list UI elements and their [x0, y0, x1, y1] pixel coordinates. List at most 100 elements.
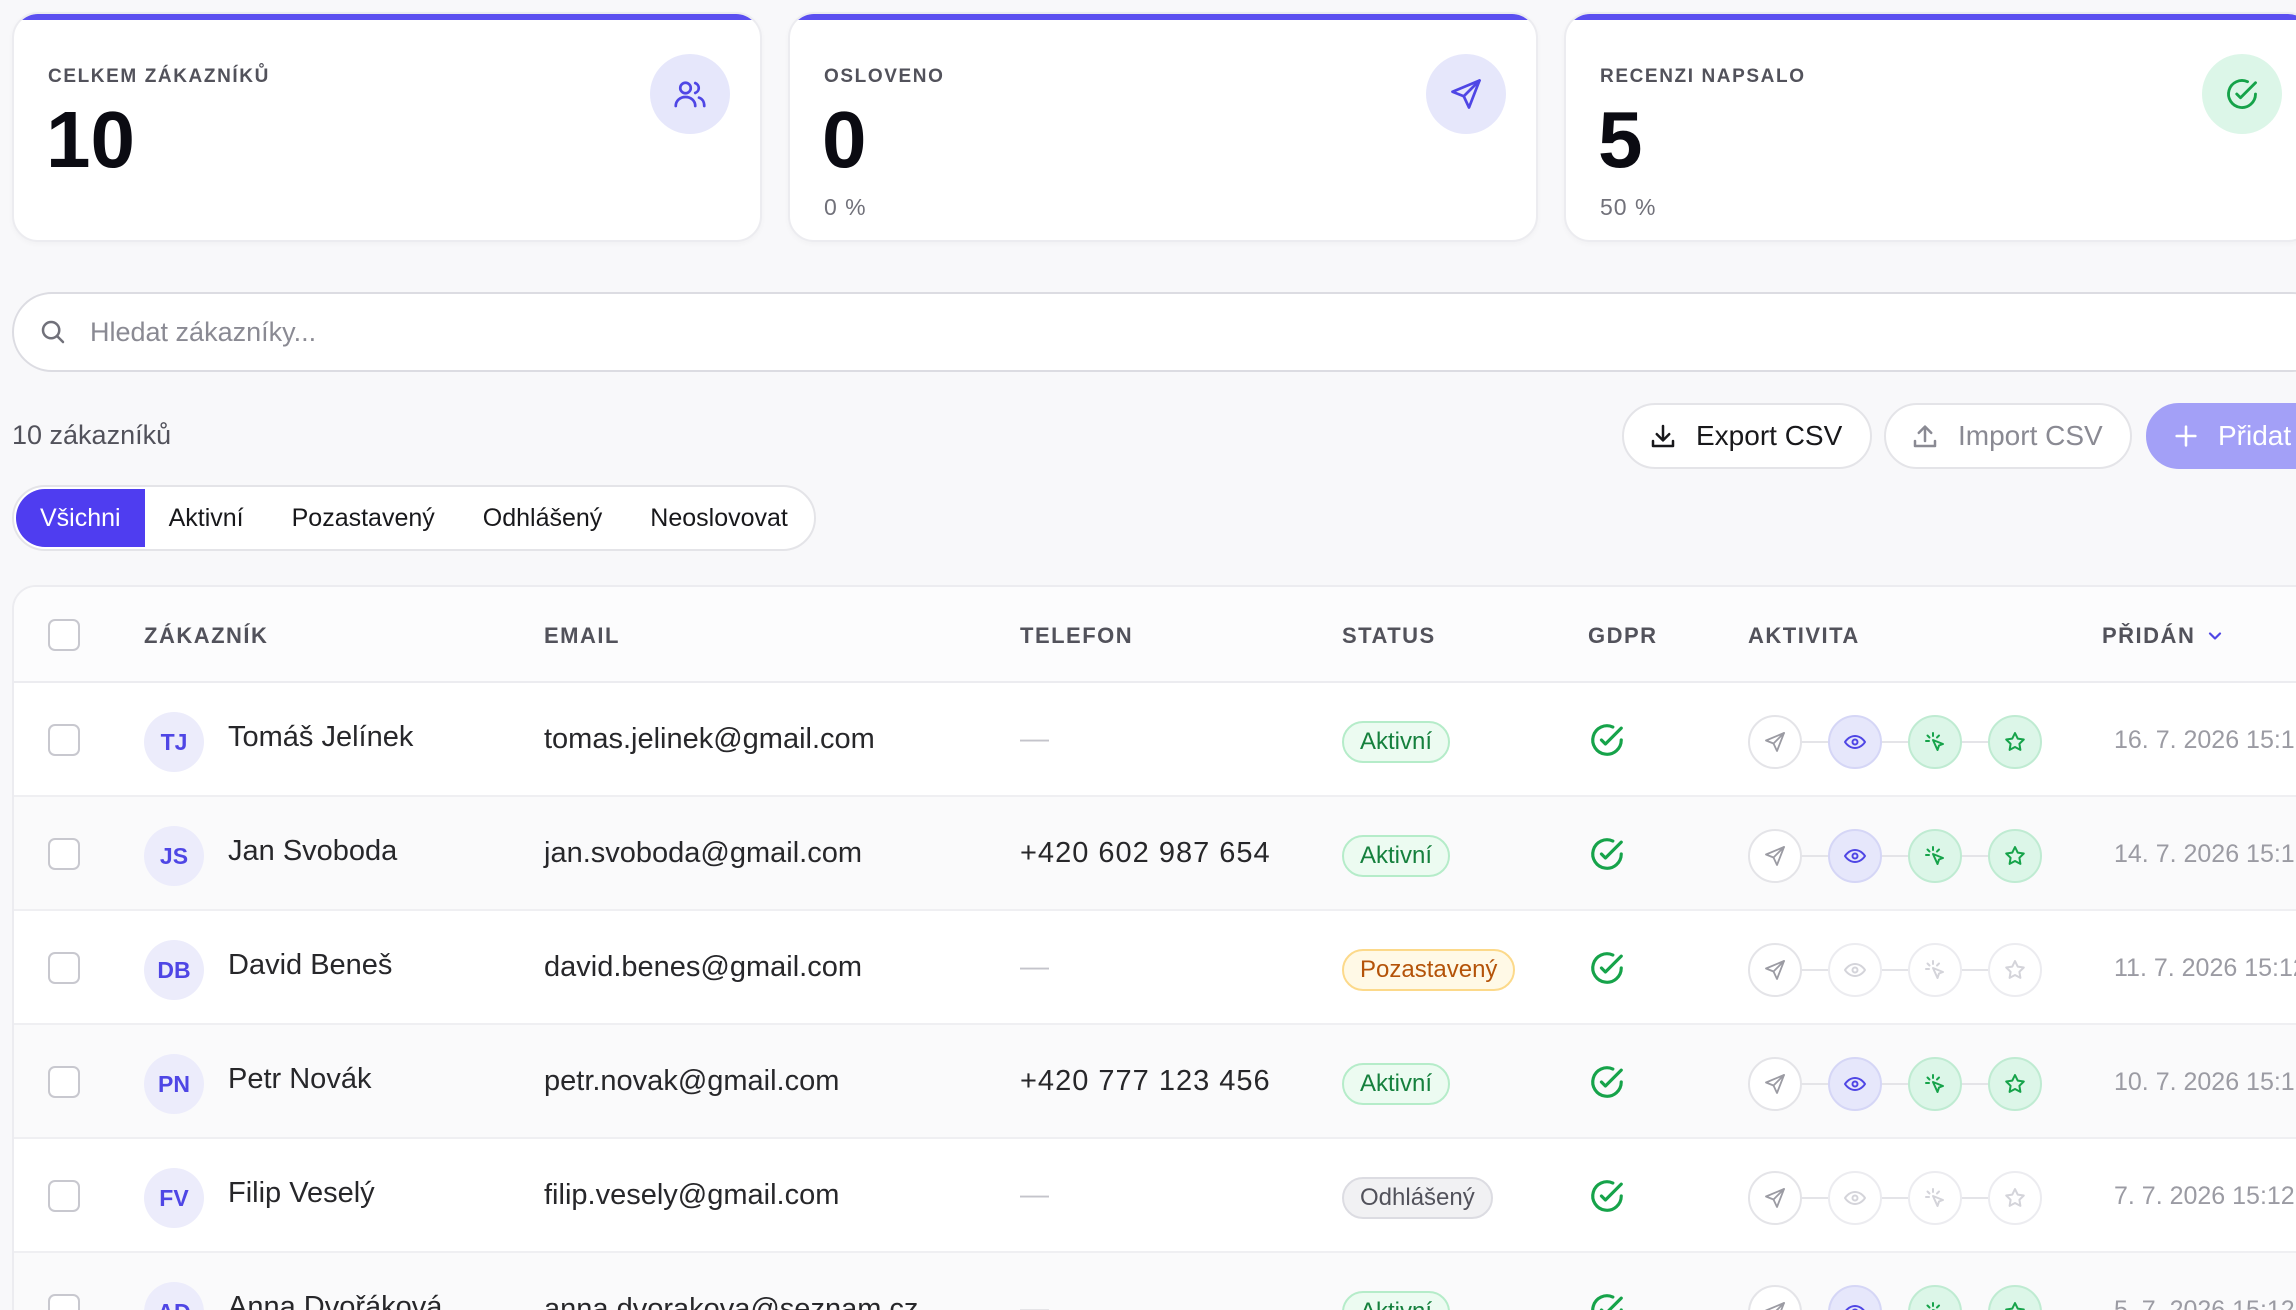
sent-icon[interactable]: [1748, 1057, 1802, 1111]
customer-name[interactable]: Petr Novák: [228, 1063, 371, 1096]
export-csv-button[interactable]: Export CSV: [1622, 403, 1872, 469]
added-date: 5. 7. 2026 15:12: [2114, 1296, 2295, 1310]
gdpr-check-icon: [1588, 721, 1626, 764]
review-star-icon[interactable]: [1988, 829, 2042, 883]
tab-all[interactable]: Všichni: [16, 489, 145, 547]
export-csv-label: Export CSV: [1696, 420, 1843, 451]
download-icon: [1651, 424, 1675, 448]
customer-name[interactable]: Tomáš Jelínek: [228, 721, 413, 754]
row-checkbox[interactable]: [48, 952, 80, 984]
tab-do-not-contact[interactable]: Neoslovovat: [626, 489, 812, 547]
table-row[interactable]: JS Jan Svoboda jan.svoboda@gmail.com +42…: [14, 797, 2296, 911]
customer-phone: —: [1020, 951, 1050, 983]
status-badge: Aktivní: [1342, 721, 1451, 763]
review-star-icon[interactable]: [1988, 715, 2042, 769]
tab-active[interactable]: Aktivní: [145, 489, 268, 547]
status-badge: Pozastavený: [1342, 949, 1516, 991]
activity-timeline: [1748, 1171, 2042, 1225]
clicked-pointer-icon[interactable]: [1908, 715, 1962, 769]
opened-eye-icon[interactable]: [1828, 1171, 1882, 1225]
customer-name[interactable]: Anna Dvořáková: [228, 1291, 442, 1310]
customer-name[interactable]: David Beneš: [228, 949, 392, 982]
activity-connector: [1962, 969, 1988, 971]
add-customer-label: Přidat: [2218, 420, 2292, 451]
added-date: 14. 7. 2026 15:12: [2114, 840, 2296, 868]
gdpr-check-icon: [1588, 1063, 1626, 1106]
clicked-pointer-icon[interactable]: [1908, 1171, 1962, 1225]
row-checkbox[interactable]: [48, 1294, 80, 1310]
review-star-icon[interactable]: [1988, 1057, 2042, 1111]
activity-connector: [1882, 855, 1908, 857]
avatar-initials: JS: [159, 842, 189, 869]
table-row[interactable]: TJ Tomáš Jelínek tomas.jelinek@gmail.com…: [14, 683, 2296, 797]
opened-eye-icon[interactable]: [1828, 1057, 1882, 1111]
send-icon: [1426, 54, 1506, 134]
clicked-pointer-icon[interactable]: [1908, 829, 1962, 883]
opened-eye-icon[interactable]: [1828, 829, 1882, 883]
import-csv-label: Import CSV: [1958, 420, 2103, 451]
upload-icon: [1913, 425, 1937, 448]
plus-icon: [2175, 425, 2197, 447]
customer-phone: —: [1020, 1293, 1050, 1310]
column-header-gdpr[interactable]: GDPR: [1588, 623, 1658, 649]
column-header-activity[interactable]: AKTIVITA: [1748, 623, 1860, 649]
column-header-phone[interactable]: TELEFON: [1020, 623, 1133, 649]
column-header-customer[interactable]: ZÁKAZNÍK: [144, 623, 268, 649]
activity-connector: [1882, 969, 1908, 971]
row-checkbox[interactable]: [48, 1066, 80, 1098]
stats-row: CELKEM ZÁKAZNÍKŮ 10 OSLOVENO 0 0 % RECEN…: [12, 12, 2296, 242]
activity-timeline: [1748, 1057, 2042, 1111]
column-header-email[interactable]: EMAIL: [544, 623, 620, 649]
clicked-pointer-icon[interactable]: [1908, 1285, 1962, 1310]
opened-eye-icon[interactable]: [1828, 1285, 1882, 1310]
review-star-icon[interactable]: [1988, 943, 2042, 997]
sent-icon[interactable]: [1748, 829, 1802, 883]
search-bar[interactable]: [12, 292, 2296, 372]
stat-label: RECENZI NAPSALO: [1600, 66, 1806, 87]
column-header-status[interactable]: STATUS: [1342, 623, 1436, 649]
gdpr-check-icon: [1588, 835, 1626, 878]
clicked-pointer-icon[interactable]: [1908, 1057, 1962, 1111]
users-icon: [650, 54, 730, 134]
gdpr-check-icon: [1588, 1177, 1626, 1220]
table-row[interactable]: AD Anna Dvořáková anna.dvorakova@seznam.…: [14, 1253, 2296, 1310]
sent-icon[interactable]: [1748, 1285, 1802, 1310]
gdpr-check-icon: [1588, 1291, 1626, 1310]
tab-unsubscribed[interactable]: Odhlášený: [459, 489, 627, 547]
stat-percent: 0 %: [824, 194, 867, 220]
activity-connector: [1802, 741, 1828, 743]
activity-connector: [1962, 741, 1988, 743]
added-date: 7. 7. 2026 15:12: [2114, 1182, 2295, 1210]
select-all-checkbox[interactable]: [48, 619, 80, 651]
activity-connector: [1802, 1197, 1828, 1199]
review-star-icon[interactable]: [1988, 1171, 2042, 1225]
added-date: 11. 7. 2026 15:12: [2114, 954, 2296, 982]
customer-phone: +420 777 123 456: [1020, 1065, 1271, 1097]
activity-timeline: [1748, 715, 2042, 769]
search-input[interactable]: [90, 316, 1890, 348]
review-star-icon[interactable]: [1988, 1285, 2042, 1310]
table-row[interactable]: PN Petr Novák petr.novak@gmail.com +420 …: [14, 1025, 2296, 1139]
added-date: 16. 7. 2026 15:12: [2114, 726, 2296, 754]
row-checkbox[interactable]: [48, 724, 80, 756]
table-row[interactable]: FV Filip Veselý filip.vesely@gmail.com —…: [14, 1139, 2296, 1253]
sent-icon[interactable]: [1748, 1171, 1802, 1225]
clicked-pointer-icon[interactable]: [1908, 943, 1962, 997]
customer-name[interactable]: Jan Svoboda: [228, 835, 397, 868]
opened-eye-icon[interactable]: [1828, 943, 1882, 997]
add-customer-button[interactable]: Přidat: [2146, 403, 2296, 469]
opened-eye-icon[interactable]: [1828, 715, 1882, 769]
sent-icon[interactable]: [1748, 943, 1802, 997]
customer-name[interactable]: Filip Veselý: [228, 1177, 375, 1210]
activity-timeline: [1748, 943, 2042, 997]
column-header-added[interactable]: PŘIDÁN: [2102, 623, 2225, 649]
row-checkbox[interactable]: [48, 1180, 80, 1212]
sent-icon[interactable]: [1748, 715, 1802, 769]
table-row[interactable]: DB David Beneš david.benes@gmail.com — P…: [14, 911, 2296, 1025]
status-badge: Aktivní: [1342, 1063, 1451, 1105]
row-checkbox[interactable]: [48, 838, 80, 870]
customer-email: david.benes@gmail.com: [544, 951, 862, 983]
import-csv-button[interactable]: Import CSV: [1884, 403, 2132, 469]
tab-paused[interactable]: Pozastavený: [268, 489, 459, 547]
activity-connector: [1962, 1197, 1988, 1199]
